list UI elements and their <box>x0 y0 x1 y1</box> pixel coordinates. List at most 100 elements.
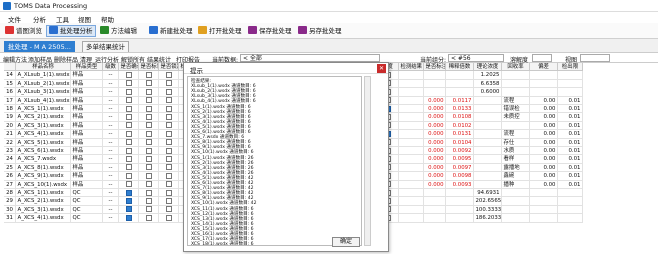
current-data-select[interactable]: < 全部 <box>240 54 380 62</box>
locked-checkbox[interactable] <box>165 113 172 120</box>
column-header[interactable]: 稀释倍数 <box>446 63 474 72</box>
column-header[interactable]: 理论浓度 <box>474 63 502 72</box>
locked-checkbox[interactable] <box>165 97 172 104</box>
confirmed-checkbox[interactable] <box>125 197 132 204</box>
marked-checkbox[interactable] <box>145 80 152 87</box>
confirmed-checkbox[interactable] <box>125 80 132 87</box>
toolbar-method-edit-button[interactable]: 方法编辑 <box>98 26 139 36</box>
locked-checkbox[interactable] <box>165 88 172 95</box>
column-header[interactable]: 检测结果 <box>399 63 424 72</box>
confirmed-cell <box>119 147 139 156</box>
tag-cell <box>502 214 530 223</box>
method-edit-icon <box>100 26 109 34</box>
nav-next-button[interactable] <box>532 54 552 62</box>
locked-checkbox[interactable] <box>165 147 172 154</box>
tab-batch[interactable]: 批处理 - M A 2505... <box>4 41 75 52</box>
confirmed-checkbox[interactable] <box>125 206 132 213</box>
marked-checkbox[interactable] <box>145 155 152 162</box>
column-header[interactable]: 是否锁定 <box>159 63 179 72</box>
toolbar-save-batch-button[interactable]: 保存批处理 <box>246 26 294 36</box>
table-cell <box>399 172 424 181</box>
marked-checkbox[interactable] <box>145 71 152 78</box>
confirmed-checkbox[interactable] <box>125 130 132 137</box>
marked-checkbox[interactable] <box>145 197 152 204</box>
locked-checkbox[interactable] <box>165 105 172 112</box>
toolbar-batch-analysis-button[interactable]: 批处理分析 <box>46 25 96 37</box>
confirmed-checkbox[interactable] <box>125 164 132 171</box>
confirmed-checkbox[interactable] <box>125 181 132 188</box>
column-header[interactable]: 是否标注 <box>424 63 446 72</box>
marked-checkbox[interactable] <box>145 97 152 104</box>
locked-checkbox[interactable] <box>165 71 172 78</box>
column-header[interactable]: 检出限 <box>558 63 583 72</box>
marked-checkbox[interactable] <box>145 88 152 95</box>
confirmed-checkbox[interactable] <box>125 155 132 162</box>
locked-checkbox[interactable] <box>165 155 172 162</box>
locked-checkbox[interactable] <box>165 172 172 179</box>
tab-multi-results[interactable]: 多单结果统计 <box>82 41 129 52</box>
tag-cell <box>502 79 530 89</box>
locked-checkbox[interactable] <box>165 80 172 87</box>
locked-checkbox[interactable] <box>165 181 172 188</box>
confirmed-checkbox[interactable] <box>125 139 132 146</box>
locked-checkbox[interactable] <box>165 206 172 213</box>
confirmed-checkbox[interactable] <box>125 88 132 95</box>
title-bar: TOMS Data Processing <box>0 0 658 12</box>
marked-checkbox[interactable] <box>145 214 152 221</box>
column-header[interactable]: 样品类型 <box>71 63 103 72</box>
locked-checkbox[interactable] <box>165 139 172 146</box>
column-header[interactable]: 是否标记 <box>139 63 159 72</box>
confirmed-checkbox[interactable] <box>125 172 132 179</box>
deviation-cell <box>530 205 558 215</box>
locked-checkbox[interactable] <box>165 130 172 137</box>
ok-button[interactable]: 确定 <box>332 237 360 247</box>
column-header[interactable]: 级数 <box>103 63 119 72</box>
locked-checkbox[interactable] <box>165 197 172 204</box>
dialog-scrollbar[interactable] <box>364 76 371 246</box>
current-component-select[interactable]: < #56 <box>448 54 504 62</box>
column-header[interactable]: 回收率 <box>502 63 530 72</box>
confirmed-cell <box>119 71 139 80</box>
toolbar-new-batch-button[interactable]: 新建批处理 <box>147 26 195 36</box>
marked-checkbox[interactable] <box>145 181 152 188</box>
confirmed-checkbox[interactable] <box>125 122 132 129</box>
row-number: 16 <box>4 88 16 97</box>
marked-checkbox[interactable] <box>145 122 152 129</box>
level-cell: -- <box>103 155 119 164</box>
marked-checkbox[interactable] <box>145 172 152 179</box>
marked-checkbox[interactable] <box>145 130 152 137</box>
confirmed-checkbox[interactable] <box>125 105 132 112</box>
toolbar-save-as-batch-button[interactable]: 另存批处理 <box>296 26 344 36</box>
locked-checkbox[interactable] <box>165 122 172 129</box>
confirmed-checkbox[interactable] <box>125 97 132 104</box>
sample-type-cell: 样品 <box>71 163 103 173</box>
column-header[interactable]: 偏差 <box>530 63 558 72</box>
marked-checkbox[interactable] <box>145 139 152 146</box>
marked-checkbox[interactable] <box>145 113 152 120</box>
marked-checkbox[interactable] <box>145 206 152 213</box>
column-header[interactable] <box>4 63 16 72</box>
confirmed-cell <box>119 189 139 198</box>
marked-checkbox[interactable] <box>145 189 152 196</box>
marked-checkbox[interactable] <box>145 105 152 112</box>
column-header[interactable]: 是否确认 <box>119 63 139 72</box>
locked-checkbox[interactable] <box>165 164 172 171</box>
view-select[interactable] <box>580 54 610 62</box>
marked-checkbox[interactable] <box>145 147 152 154</box>
confirmed-checkbox[interactable] <box>125 147 132 154</box>
close-icon[interactable]: ✕ <box>377 64 386 73</box>
confirmed-checkbox[interactable] <box>125 214 132 221</box>
value-cell: 0.0092 <box>446 147 474 156</box>
column-header[interactable]: 样品名称 <box>16 63 71 72</box>
locked-checkbox[interactable] <box>165 214 172 221</box>
confirmed-checkbox[interactable] <box>125 189 132 196</box>
limit-cell: 0.01 <box>558 105 583 114</box>
locked-checkbox[interactable] <box>165 189 172 196</box>
result-cell: 0.000 <box>424 155 446 164</box>
confirmed-checkbox[interactable] <box>125 113 132 120</box>
toolbar-spectrum-button[interactable]: 谱图浏览 <box>3 26 44 36</box>
confirmed-checkbox[interactable] <box>125 71 132 78</box>
table-cell <box>399 189 424 198</box>
marked-checkbox[interactable] <box>145 164 152 171</box>
toolbar-open-batch-button[interactable]: 打开批处理 <box>196 26 244 36</box>
